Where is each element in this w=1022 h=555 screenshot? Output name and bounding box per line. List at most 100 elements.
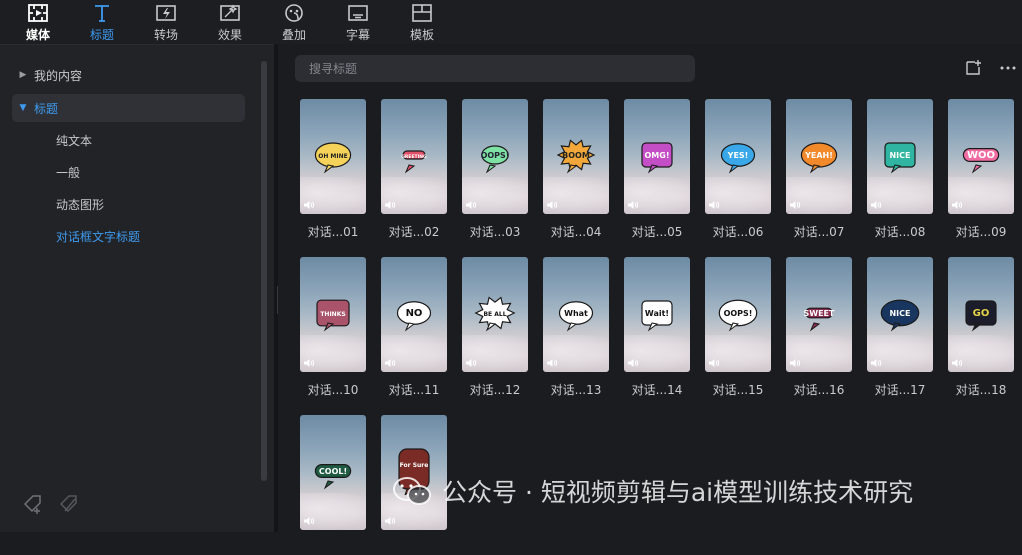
sticker-text: YES! (727, 151, 749, 160)
tab-transition-label: 转场 (153, 28, 178, 42)
title-template-card[interactable]: Wait! 对话...14 (624, 257, 690, 397)
speaker-icon (790, 359, 801, 367)
card-label: 对话...17 (874, 383, 926, 397)
subtitle-icon (348, 5, 368, 21)
title-template-card[interactable]: OOPS! 对话...03 (462, 99, 528, 239)
card-thumbnail: BOOM (543, 99, 609, 214)
watermark-text: 公众号 · 短视频剪辑与ai模型训练技术研究 (442, 478, 914, 507)
speech-bubble-sticker: BE ALL (474, 296, 516, 332)
speaker-icon (790, 201, 801, 209)
tab-media[interactable]: 媒体 (6, 0, 70, 44)
tree-item-label: 标题 (34, 101, 59, 116)
card-thumbnail: OMG! (624, 99, 690, 214)
title-icon (95, 5, 109, 22)
tab-transition[interactable]: 转场 (134, 0, 198, 44)
tree-item-titles[interactable]: ▼ 标题 (12, 94, 245, 122)
speaker-icon (385, 359, 396, 367)
title-template-card[interactable]: GO 对话...18 (948, 257, 1014, 397)
card-thumbnail: GO (948, 257, 1014, 372)
speech-bubble-sticker: THINKS (316, 299, 350, 332)
title-template-card[interactable]: OMG! 对话...05 (624, 99, 690, 239)
tab-overlay[interactable]: 叠加 (262, 0, 326, 44)
title-template-card[interactable]: NICE 对话...17 (867, 257, 933, 397)
more-icon[interactable] (999, 59, 1017, 77)
title-template-card[interactable]: OOPS! 对话...15 (705, 257, 771, 397)
speaker-icon (385, 517, 396, 525)
card-thumbnail: Wait! (624, 257, 690, 372)
watermark: 公众号 · 短视频剪辑与ai模型训练技术研究 (392, 474, 913, 508)
sticker-text: BE ALL (483, 311, 506, 318)
speaker-icon (304, 201, 315, 209)
card-label: 对话...11 (388, 383, 440, 397)
transition-icon (156, 5, 176, 21)
sticker-text: What (564, 309, 588, 318)
title-template-card[interactable]: BOOM 对话...04 (543, 99, 609, 239)
sticker-text: OOPS! (481, 151, 510, 160)
card-thumbnail: NO (381, 257, 447, 372)
speech-bubble-sticker: NO (396, 301, 432, 332)
card-label: 对话...15 (712, 383, 764, 397)
card-thumbnail: SWEET (786, 257, 852, 372)
title-template-card[interactable]: COOL! (300, 415, 366, 555)
title-template-card[interactable]: SWEET 对话...16 (786, 257, 852, 397)
title-template-card[interactable]: NICE 对话...08 (867, 99, 933, 239)
tab-template-label: 模板 (409, 28, 434, 42)
sticker-text: SWEET (804, 309, 836, 318)
sidebar-item-motion-graphics[interactable]: 动态图形 (56, 196, 104, 213)
speaker-icon (952, 201, 963, 209)
speech-bubble-sticker: OOPS! (481, 145, 510, 174)
title-template-card[interactable]: THINKS 对话...10 (300, 257, 366, 397)
card-label: 对话...10 (307, 383, 359, 397)
speaker-icon (709, 201, 720, 209)
title-template-card[interactable]: What 对话...13 (543, 257, 609, 397)
title-template-card[interactable]: OH MINE 对话...01 (300, 99, 366, 239)
title-template-card[interactable]: BE ALL 对话...12 (462, 257, 528, 397)
sticker-text: THINKS (320, 311, 345, 318)
speech-bubble-sticker: GREETING (401, 150, 427, 174)
tab-media-label: 媒体 (25, 28, 50, 42)
sidebar-scrollbar[interactable] (261, 61, 267, 481)
template-icon (412, 4, 432, 22)
search-input[interactable] (295, 55, 695, 82)
speech-bubble-sticker: Wait! (641, 300, 673, 332)
title-template-card[interactable]: WOO 对话...09 (948, 99, 1014, 239)
speaker-icon (304, 517, 315, 525)
speaker-icon (304, 359, 315, 367)
speech-bubble-sticker: YEAH! (800, 142, 838, 174)
tab-effects[interactable]: 效果 (198, 0, 262, 44)
tab-title[interactable]: 标题 (70, 0, 134, 44)
sticker-text: YEAH! (804, 151, 833, 160)
sticker-text: For Sure (400, 462, 429, 469)
title-template-card[interactable]: YES! 对话...06 (705, 99, 771, 239)
tab-effects-label: 效果 (217, 28, 242, 42)
speech-bubble-sticker: WOO (962, 148, 1000, 174)
sticker-text: Wait! (645, 309, 669, 318)
card-label: 对话...08 (874, 225, 926, 239)
new-item-icon[interactable] (964, 59, 982, 77)
sidebar-item-general[interactable]: 一般 (56, 164, 80, 181)
sidebar-item-dialog-titles[interactable]: 对话框文字标题 (56, 228, 140, 245)
tree-item-my-content[interactable]: ▶ 我的内容 (12, 61, 245, 89)
add-tag-icon[interactable] (22, 493, 44, 515)
sticker-text: NICE (889, 151, 910, 160)
speech-bubble-sticker: What (558, 301, 594, 332)
title-template-card[interactable]: GREETING 对话...02 (381, 99, 447, 239)
sidebar-item-plain-text[interactable]: 纯文本 (56, 132, 92, 149)
speaker-icon (385, 201, 396, 209)
title-template-card[interactable]: NO 对话...11 (381, 257, 447, 397)
sticker-text: GO (973, 308, 990, 319)
sticker-text: OOPS! (724, 309, 753, 318)
card-label: 对话...18 (955, 383, 1007, 397)
wechat-logo-icon (393, 477, 431, 505)
card-thumbnail: THINKS (300, 257, 366, 372)
speech-bubble-sticker: OOPS! (718, 299, 758, 332)
tab-subtitle[interactable]: 字幕 (326, 0, 390, 44)
tab-template[interactable]: 模板 (390, 0, 454, 44)
speech-bubble-sticker: COOL! (314, 464, 352, 490)
card-thumbnail: NICE (867, 99, 933, 214)
card-thumbnail: WOO (948, 99, 1014, 214)
sticker-text: NICE (889, 309, 910, 318)
remove-tag-icon[interactable] (58, 493, 80, 515)
tab-overlay-label: 叠加 (281, 28, 306, 42)
title-template-card[interactable]: YEAH! 对话...07 (786, 99, 852, 239)
